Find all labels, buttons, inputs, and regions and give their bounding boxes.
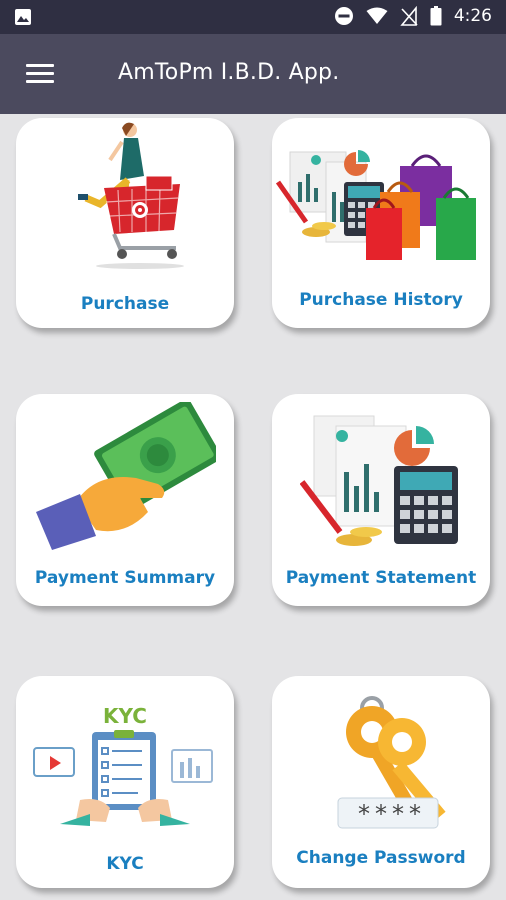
purchase-label: Purchase bbox=[80, 294, 170, 314]
change-password-card[interactable]: **** Change Password bbox=[272, 676, 490, 888]
hand-with-cash-icon bbox=[36, 402, 216, 550]
payment-summary-label: Payment Summary bbox=[34, 568, 216, 588]
app-bar: AmToPm I.B.D. App. bbox=[0, 34, 506, 114]
kyc-label: KYC bbox=[106, 854, 144, 874]
image-notification-icon bbox=[15, 9, 31, 25]
purchase-card[interactable]: Purchase bbox=[16, 118, 234, 328]
statement-calculator-icon bbox=[300, 415, 458, 546]
payment-statement-card[interactable]: Payment Statement bbox=[272, 394, 490, 606]
kyc-clipboard-icon bbox=[33, 730, 213, 826]
payment-statement-label: Payment Statement bbox=[285, 568, 477, 588]
change-password-label: Change Password bbox=[296, 848, 466, 868]
shopping-cart-woman-icon bbox=[78, 122, 184, 269]
kyc-card[interactable]: KYC KYC bbox=[16, 676, 234, 888]
shopping-bags-receipts-icon bbox=[276, 150, 476, 260]
password-mask: **** bbox=[358, 800, 426, 828]
no-signal-icon bbox=[400, 6, 418, 26]
kyc-image-title: KYC bbox=[103, 704, 147, 728]
hamburger-menu-icon[interactable] bbox=[26, 64, 54, 84]
payment-summary-card[interactable]: Payment Summary bbox=[16, 394, 234, 606]
do-not-disturb-icon bbox=[334, 7, 353, 25]
purchase-history-card[interactable]: Purchase History bbox=[272, 118, 490, 328]
status-time: 4:26 bbox=[453, 6, 492, 26]
battery-icon bbox=[430, 6, 442, 26]
app-title: AmToPm I.B.D. App. bbox=[118, 60, 340, 85]
wifi-icon bbox=[366, 7, 388, 24]
purchase-history-label: Purchase History bbox=[299, 290, 463, 310]
status-bar: 4:26 bbox=[0, 0, 506, 34]
